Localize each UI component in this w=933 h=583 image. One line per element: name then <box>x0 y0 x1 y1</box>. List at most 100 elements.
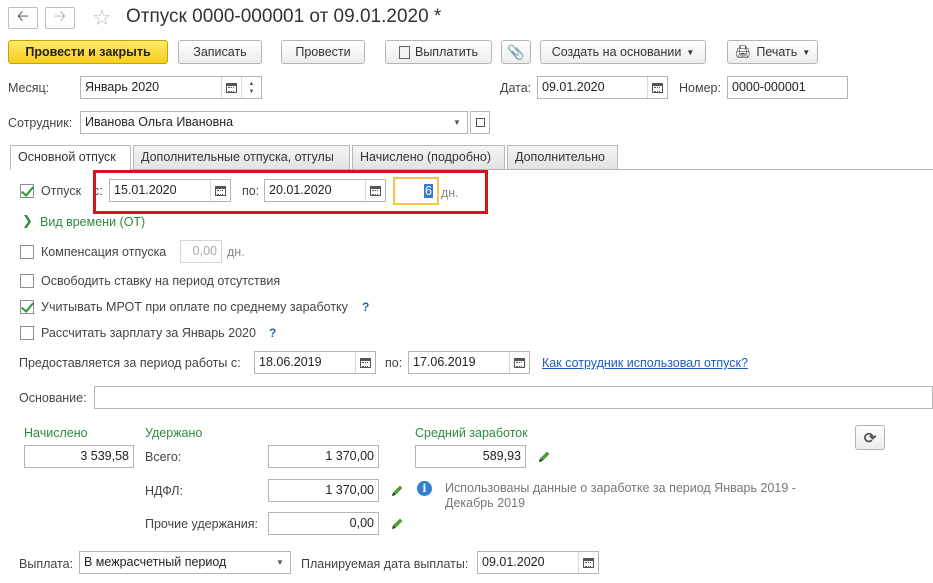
planned-date-calendar-button[interactable] <box>578 552 598 573</box>
payment-label: Выплата: <box>19 557 74 571</box>
other-edit-pencil-icon[interactable] <box>389 516 405 532</box>
period-to-field[interactable]: 17.06.2019 <box>408 351 530 374</box>
total-withheld-label: Всего: <box>145 450 182 464</box>
create-based-on-button[interactable]: Создать на основании ▼ <box>540 40 706 64</box>
accrued-field[interactable]: 3 539,58 <box>24 445 134 468</box>
recalculate-button[interactable]: ⟳ <box>855 425 885 450</box>
arrow-left-icon: 🡠 <box>16 7 30 25</box>
printer-icon: 🖨 <box>734 44 752 59</box>
info-text-line1: Использованы данные о заработке за перио… <box>445 481 796 495</box>
employee-open-button[interactable] <box>470 111 490 134</box>
info-icon: i <box>417 481 432 496</box>
period-to-calendar-button[interactable] <box>509 352 529 373</box>
star-icon[interactable]: ☆ <box>92 5 112 31</box>
paperclip-icon: 📎 <box>507 43 525 60</box>
period-label: Предоставляется за период работы с: <box>19 356 241 370</box>
accrued-label: Начислено <box>24 426 88 440</box>
month-spinner[interactable]: ▲ ▼ <box>241 77 261 98</box>
chevron-right-icon[interactable]: ❯ <box>22 213 33 229</box>
tab-additional-vacations[interactable]: Дополнительные отпуска, отгулы <box>133 145 350 169</box>
month-value: Январь 2020 <box>85 80 160 94</box>
tab-accrued-detailed[interactable]: Начислено (подробно) <box>352 145 505 169</box>
employee-value: Иванова Ольга Ивановна <box>85 115 234 129</box>
employee-field[interactable]: Иванова Ольга Ивановна ▼ <box>80 111 468 134</box>
calendar-icon <box>226 82 237 93</box>
avg-edit-pencil-icon[interactable] <box>536 449 552 465</box>
print-button[interactable]: 🖨 Печать ▼ <box>727 40 818 64</box>
post-button[interactable]: Провести <box>281 40 365 64</box>
month-field[interactable]: Январь 2020 ▲ ▼ <box>80 76 262 99</box>
post-and-close-button[interactable]: Провести и закрыть <box>8 40 168 64</box>
payment-dropdown-button[interactable]: ▼ <box>270 552 290 573</box>
withheld-label: Удержано <box>145 426 203 440</box>
planned-date-field[interactable]: 09.01.2020 <box>477 551 599 574</box>
release-rate-label: Освободить ставку на период отсутствия <box>41 274 281 288</box>
basis-label: Основание: <box>19 391 87 405</box>
period-from-calendar-button[interactable] <box>355 352 375 373</box>
vacation-checkbox[interactable] <box>20 184 34 198</box>
forward-button[interactable]: 🡢 <box>45 7 75 29</box>
payment-value: В межрасчетный период <box>84 555 227 569</box>
date-label: Дата: <box>500 81 532 95</box>
number-field[interactable]: 0000-000001 <box>727 76 848 99</box>
highlight-frame <box>93 170 488 214</box>
avg-earnings-field[interactable]: 589,93 <box>415 445 526 468</box>
release-rate-checkbox[interactable] <box>20 274 34 288</box>
basis-field[interactable] <box>94 386 933 409</box>
month-label: Месяц: <box>8 81 50 95</box>
caret-down-icon: ▼ <box>686 47 695 57</box>
period-from-value: 18.06.2019 <box>259 355 322 369</box>
pay-button[interactable]: Выплатить <box>385 40 492 64</box>
pay-button-label: Выплатить <box>414 45 478 59</box>
spin-up-icon: ▲ <box>248 80 255 87</box>
date-value: 09.01.2020 <box>542 80 605 94</box>
window-title: Отпуск 0000-000001 от 09.01.2020 * <box>126 6 442 27</box>
period-from-field[interactable]: 18.06.2019 <box>254 351 376 374</box>
month-calendar-button[interactable] <box>221 77 241 98</box>
print-button-label: Печать <box>756 45 798 59</box>
save-button[interactable]: Записать <box>178 40 262 64</box>
refresh-icon: ⟳ <box>863 429 877 447</box>
period-to-label: по: <box>385 356 403 370</box>
tab-main-vacation[interactable]: Основной отпуск <box>10 145 131 170</box>
mrot-checkbox[interactable] <box>20 300 34 314</box>
compensation-checkbox[interactable] <box>20 245 34 259</box>
calendar-icon <box>360 357 371 368</box>
ndfl-field[interactable]: 1 370,00 <box>268 479 379 502</box>
planned-date-value: 09.01.2020 <box>482 555 545 569</box>
mrot-help-icon[interactable]: ? <box>362 300 369 314</box>
mrot-label: Учитывать МРОТ при оплате по среднему за… <box>41 300 348 314</box>
caret-down-icon: ▼ <box>802 47 811 57</box>
date-calendar-button[interactable] <box>647 77 667 98</box>
calc-salary-checkbox[interactable] <box>20 326 34 340</box>
open-icon <box>475 118 485 127</box>
ndfl-label: НДФЛ: <box>145 484 183 498</box>
planned-date-label: Планируемая дата выплаты: <box>301 557 469 571</box>
time-type-toggle[interactable]: Вид времени (ОТ) <box>40 215 145 229</box>
spin-down-icon: ▼ <box>248 88 255 95</box>
compensation-days-field[interactable]: 0,00 <box>180 240 222 263</box>
number-label: Номер: <box>679 81 721 95</box>
info-text-line2: Декабрь 2019 <box>445 496 526 510</box>
document-icon <box>398 45 410 59</box>
attach-button[interactable]: 📎 <box>501 40 531 64</box>
employee-label: Сотрудник: <box>8 116 73 130</box>
caret-down-icon: ▼ <box>276 558 284 567</box>
employee-dropdown-button[interactable]: ▼ <box>447 112 467 133</box>
arrow-right-icon: 🡢 <box>53 7 67 25</box>
calc-salary-help-icon[interactable]: ? <box>269 326 276 340</box>
back-button[interactable]: 🡠 <box>8 7 38 29</box>
date-field[interactable]: 09.01.2020 <box>537 76 668 99</box>
caret-down-icon: ▼ <box>453 118 461 127</box>
usage-link[interactable]: Как сотрудник использовал отпуск? <box>542 356 748 370</box>
ndfl-edit-pencil-icon[interactable] <box>389 483 405 499</box>
avg-earnings-label: Средний заработок <box>415 426 528 440</box>
other-withholdings-field[interactable]: 0,00 <box>268 512 379 535</box>
tab-additional[interactable]: Дополнительно <box>507 145 618 169</box>
calendar-icon <box>652 82 663 93</box>
compensation-unit-label: дн. <box>227 245 245 259</box>
calc-salary-label: Рассчитать зарплату за Январь 2020 <box>41 326 256 340</box>
payment-field[interactable]: В межрасчетный период ▼ <box>79 551 291 574</box>
total-withheld-field[interactable]: 1 370,00 <box>268 445 379 468</box>
vacation-label: Отпуск <box>41 184 82 198</box>
